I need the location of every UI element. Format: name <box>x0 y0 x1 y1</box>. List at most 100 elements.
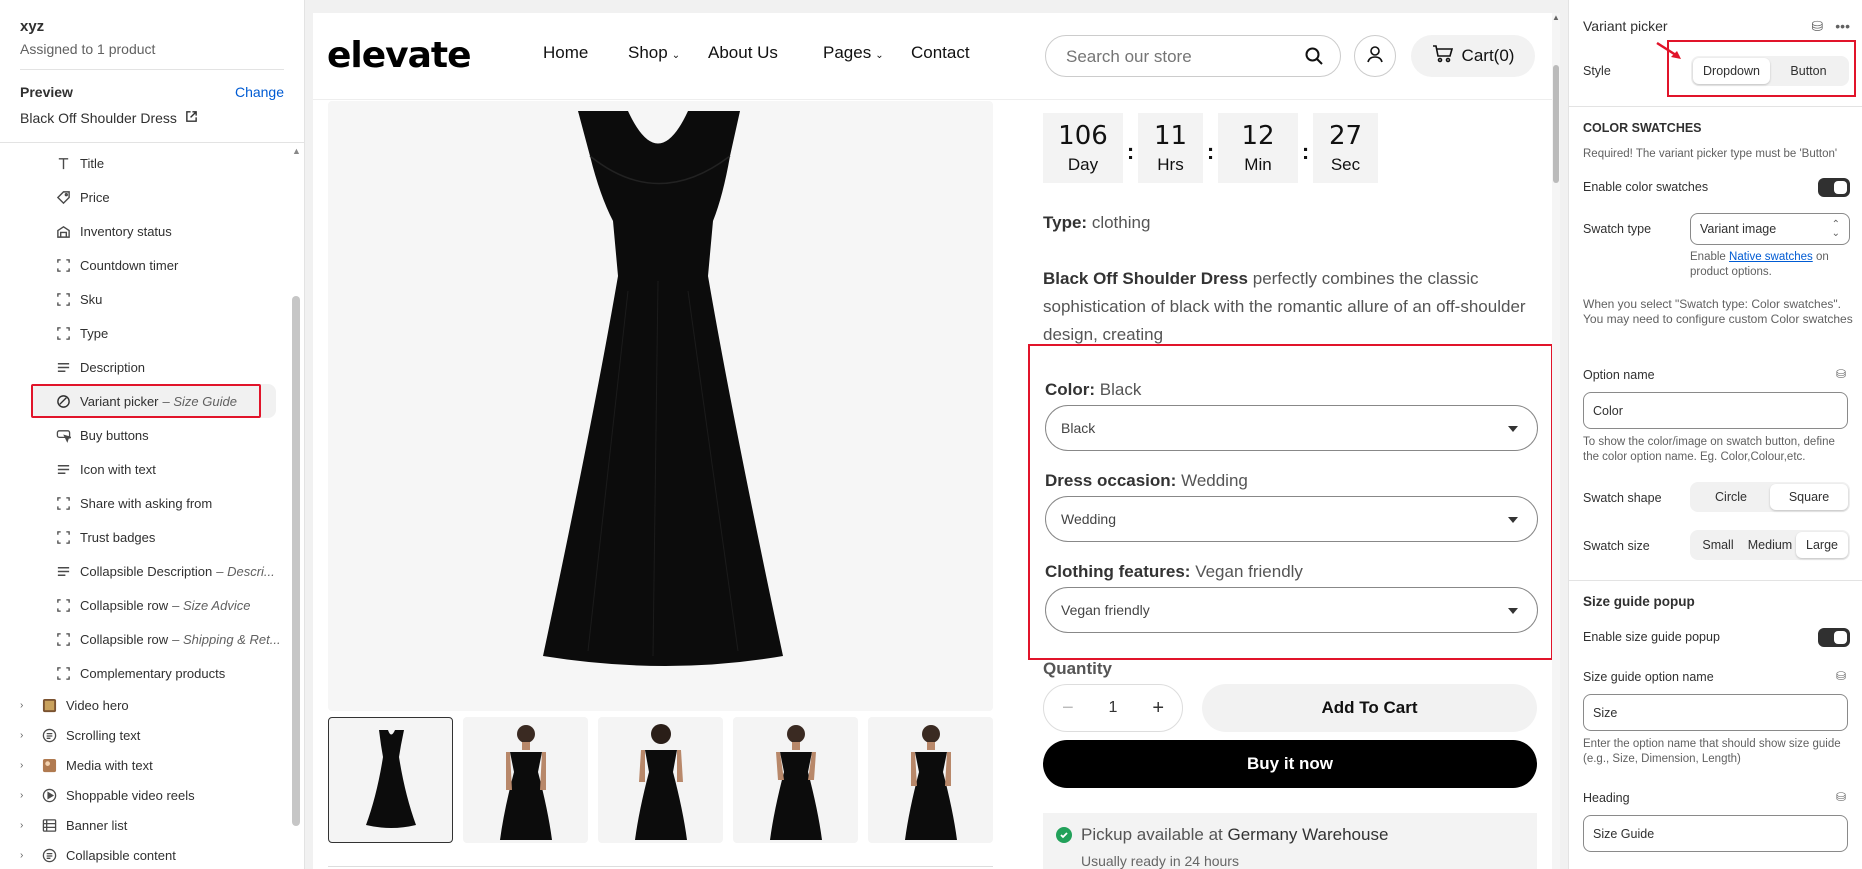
section-item-label: Video hero <box>66 697 129 713</box>
nav-pages[interactable]: Pages ⌄ <box>823 43 884 63</box>
thumbnail-1[interactable] <box>328 717 453 843</box>
occasion-select[interactable]: Wedding <box>1045 496 1538 542</box>
block-item[interactable]: Title <box>0 146 290 180</box>
nav-home[interactable]: Home <box>543 43 588 63</box>
quantity-value[interactable]: 1 <box>1109 699 1118 717</box>
block-icon <box>55 291 71 307</box>
block-icon <box>55 495 71 511</box>
cart-icon <box>1432 44 1454 68</box>
more-options-icon[interactable]: ••• <box>1835 18 1850 35</box>
section-item[interactable]: › Scrolling text <box>0 720 290 750</box>
database-icon[interactable]: ⛁ <box>1836 790 1846 804</box>
buy-now-button[interactable]: Buy it now <box>1043 740 1537 788</box>
external-link-icon[interactable] <box>185 110 198 126</box>
section-item[interactable]: › Video hero <box>0 690 290 720</box>
size-large-option[interactable]: Large <box>1796 532 1848 558</box>
swatch-type-select[interactable]: Variant image ⌃ ⌄ <box>1690 213 1850 245</box>
block-item[interactable]: Collapsible row – Size Advice <box>0 588 290 622</box>
thumbnail-4[interactable] <box>733 717 858 843</box>
store-search[interactable] <box>1045 35 1341 77</box>
text-lines-icon <box>55 359 71 375</box>
search-icon[interactable] <box>1304 46 1324 71</box>
native-swatches-link[interactable]: Native swatches <box>1729 251 1813 263</box>
chevron-right-icon[interactable]: › <box>20 790 36 801</box>
preview-scrollbar[interactable]: ▲ <box>1552 13 1560 869</box>
option-name-field[interactable] <box>1583 392 1848 429</box>
block-item[interactable]: Share with asking from <box>0 486 290 520</box>
change-preview-link[interactable]: Change <box>235 84 284 100</box>
scroll-up-arrow-icon[interactable]: ▲ <box>1552 13 1560 22</box>
chevron-right-icon[interactable]: › <box>20 700 36 711</box>
countdown-separator: : <box>1206 139 1215 164</box>
thumbnail-3[interactable] <box>598 717 723 843</box>
plus-icon[interactable]: + <box>1152 697 1164 720</box>
heading-field[interactable] <box>1583 815 1848 852</box>
thumbnail-2[interactable] <box>463 717 588 843</box>
add-to-cart-button[interactable]: Add To Cart <box>1202 684 1537 732</box>
size-guide-option-input[interactable] <box>1593 706 1833 720</box>
block-item[interactable]: Price <box>0 180 290 214</box>
shape-square-option[interactable]: Square <box>1770 484 1848 510</box>
block-item[interactable]: Description <box>0 350 290 384</box>
section-item[interactable]: › Collapsible content <box>0 840 290 869</box>
enable-size-guide-toggle[interactable] <box>1818 628 1850 647</box>
minus-icon[interactable]: − <box>1062 697 1074 720</box>
block-item[interactable]: Countdown timer <box>0 248 290 282</box>
size-guide-option-field[interactable] <box>1583 694 1848 731</box>
option-name-input[interactable] <box>1593 404 1833 418</box>
quantity-stepper[interactable]: − 1 + <box>1043 684 1183 732</box>
scrollbar-thumb[interactable] <box>1553 65 1559 183</box>
search-input[interactable] <box>1066 47 1286 67</box>
block-item[interactable]: Variant picker – Size Guide <box>31 384 276 418</box>
database-icon[interactable]: ⛁ <box>1836 367 1846 381</box>
preview-product[interactable]: Black Off Shoulder Dress <box>0 100 304 126</box>
countdown-unit: Sec <box>1330 155 1361 174</box>
block-item[interactable]: Type <box>0 316 290 350</box>
account-button[interactable] <box>1354 35 1396 77</box>
size-medium-option[interactable]: Medium <box>1744 532 1796 558</box>
block-item[interactable]: Icon with text <box>0 452 290 486</box>
chevron-right-icon[interactable]: › <box>20 820 36 831</box>
block-item-label: Trust badges <box>80 529 156 545</box>
section-item[interactable]: › Media with text <box>0 750 290 780</box>
block-item[interactable]: Collapsible Description – Descri... <box>0 554 290 588</box>
nav-shop[interactable]: Shop ⌄ <box>628 43 680 63</box>
price-tag-icon <box>55 189 71 205</box>
chevron-right-icon[interactable]: › <box>20 760 36 771</box>
enable-color-swatches-toggle[interactable] <box>1818 178 1850 197</box>
heading-input[interactable] <box>1593 827 1833 841</box>
store-logo[interactable]: elevate <box>327 35 472 76</box>
database-icon[interactable]: ⛁ <box>1836 669 1846 683</box>
shape-circle-option[interactable]: Circle <box>1692 484 1770 510</box>
block-icon <box>55 597 71 613</box>
features-select[interactable]: Vegan friendly <box>1045 587 1538 633</box>
product-main-image[interactable] <box>328 101 993 711</box>
size-small-option[interactable]: Small <box>1692 532 1744 558</box>
block-item[interactable]: Collapsible row – Shipping & Ret... <box>0 622 290 656</box>
caret-down-icon <box>1507 603 1519 621</box>
chevron-right-icon[interactable]: › <box>20 850 36 861</box>
cart-button[interactable]: Cart(0) <box>1411 35 1535 77</box>
nav-contact[interactable]: Contact <box>911 43 970 63</box>
block-item-label: Title <box>80 155 105 171</box>
chevron-right-icon[interactable]: › <box>20 730 36 741</box>
block-item[interactable]: Trust badges <box>0 520 290 554</box>
block-item-label: Description <box>80 359 146 375</box>
text-lines-icon <box>55 461 71 477</box>
block-item[interactable]: Complementary products <box>0 656 290 690</box>
block-item[interactable]: Inventory status <box>0 214 290 248</box>
block-item[interactable]: Buy buttons <box>0 418 290 452</box>
color-select[interactable]: Black <box>1045 405 1538 451</box>
scrollbar-thumb[interactable] <box>292 296 300 826</box>
nav-about[interactable]: About Us <box>708 43 778 63</box>
block-item-label: Collapsible row <box>80 631 169 647</box>
block-item[interactable]: Sku <box>0 282 290 316</box>
red-arrow-icon <box>1656 41 1681 59</box>
color-swatches-header: COLOR SWATCHES <box>1583 121 1702 135</box>
sidebar-scrollbar[interactable]: ▲ <box>291 146 301 869</box>
section-item[interactable]: › Shoppable video reels <box>0 780 290 810</box>
scroll-up-arrow-icon[interactable]: ▲ <box>292 146 301 156</box>
database-icon[interactable]: ⛁ <box>1812 18 1824 35</box>
thumbnail-5[interactable] <box>868 717 993 843</box>
section-item[interactable]: › Banner list <box>0 810 290 840</box>
